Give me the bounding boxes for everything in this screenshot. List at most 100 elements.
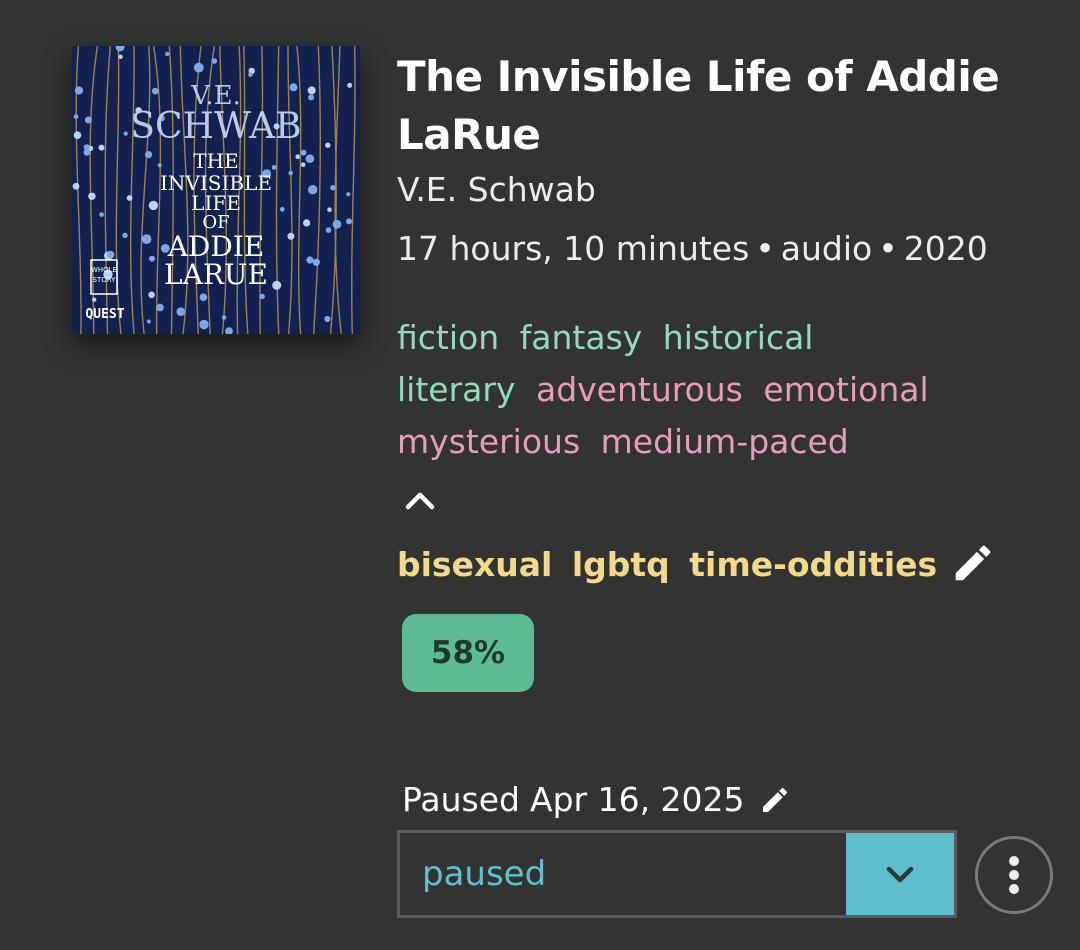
cover-flower bbox=[73, 131, 82, 139]
custom-tag-time-oddities[interactable]: time-oddities bbox=[689, 545, 937, 584]
reading-status-select[interactable]: paused bbox=[397, 830, 957, 918]
custom-tags: bisexual lgbtq time-oddities bbox=[397, 543, 945, 587]
genre-tag-literary[interactable]: literary bbox=[397, 370, 515, 409]
cover-flower bbox=[327, 207, 332, 212]
cover-flower bbox=[295, 154, 300, 159]
book-meta: 17 hours, 10 minutes • audio • 2020 bbox=[397, 229, 988, 269]
edit-date-button[interactable] bbox=[757, 782, 793, 818]
collapse-tags-button[interactable] bbox=[400, 480, 440, 520]
cover-flower bbox=[98, 144, 105, 151]
cover-flower bbox=[300, 162, 306, 167]
meta-separator: • bbox=[755, 229, 775, 268]
cover-flower bbox=[279, 206, 285, 212]
cover-flower bbox=[123, 131, 128, 136]
mood-tag-emotional[interactable]: emotional bbox=[763, 370, 928, 409]
book-author[interactable]: V.E. Schwab bbox=[397, 170, 596, 210]
cover-flower bbox=[324, 315, 331, 323]
cover-flower bbox=[211, 58, 218, 64]
cover-flower bbox=[289, 83, 298, 92]
cover-flower bbox=[330, 185, 336, 191]
cover-flower bbox=[199, 319, 209, 330]
cover-flower bbox=[300, 149, 307, 156]
cover-flower bbox=[303, 219, 311, 227]
cover-flower bbox=[199, 293, 208, 301]
status-dropdown-toggle[interactable] bbox=[846, 833, 954, 915]
cover-flower bbox=[99, 212, 104, 218]
cover-flower bbox=[122, 232, 128, 239]
mood-tag-medium-paced[interactable]: medium-paced bbox=[601, 422, 849, 461]
cover-flower bbox=[157, 163, 162, 168]
cover-flower bbox=[72, 182, 80, 190]
cover-flower bbox=[346, 192, 351, 197]
cover-flower bbox=[149, 255, 155, 262]
meta-separator: • bbox=[878, 229, 898, 268]
cover-flower bbox=[151, 87, 159, 95]
cover-author-surname: SCHWAB bbox=[130, 106, 301, 147]
more-vertical-icon bbox=[1009, 856, 1019, 894]
cover-flower bbox=[308, 185, 318, 195]
pencil-icon bbox=[762, 787, 787, 812]
cover-flower bbox=[307, 86, 316, 95]
cover-flower bbox=[73, 114, 79, 120]
cover-flower bbox=[346, 218, 352, 225]
cover-flower bbox=[156, 303, 164, 312]
book-year: 2020 bbox=[903, 229, 988, 268]
cover-flower bbox=[146, 319, 151, 324]
genre-tag-fiction[interactable]: fiction bbox=[397, 318, 499, 357]
cover-flower bbox=[306, 256, 314, 264]
cover-title-line-6: LARUE bbox=[164, 258, 268, 291]
cover-flower bbox=[145, 151, 153, 159]
cover-flower bbox=[193, 62, 204, 73]
cover-flower bbox=[221, 315, 227, 320]
cover-flower bbox=[271, 165, 277, 170]
chevron-up-icon bbox=[405, 492, 435, 510]
cover-flower bbox=[312, 258, 320, 266]
cover-flower bbox=[84, 116, 92, 124]
genre-tag-historical[interactable]: historical bbox=[663, 318, 814, 357]
cover-flower bbox=[305, 154, 315, 163]
cover-flower bbox=[118, 54, 123, 59]
chevron-down-icon bbox=[886, 866, 914, 883]
publisher-name: QUEST bbox=[85, 307, 124, 322]
status-date-row: Paused Apr 16, 2025 bbox=[402, 778, 793, 822]
status-state-label: Paused bbox=[402, 780, 520, 819]
cover-title-line-1: THE bbox=[193, 149, 238, 173]
cover-flower bbox=[248, 72, 253, 77]
cover-flower bbox=[332, 219, 342, 229]
cover-flower bbox=[287, 232, 295, 240]
genre-tag-fantasy[interactable]: fantasy bbox=[520, 318, 643, 357]
cover-flower bbox=[83, 144, 90, 151]
cover-flower bbox=[325, 142, 331, 148]
cover-flower bbox=[74, 86, 84, 95]
cover-flower bbox=[347, 82, 353, 88]
cover-flower bbox=[165, 51, 170, 57]
cover-art: V.E. SCHWAB THE INVISIBLE LIFE OF ADDIE … bbox=[72, 46, 360, 334]
status-date: Apr 16, 2025 bbox=[530, 780, 745, 819]
book-duration: 17 hours, 10 minutes bbox=[397, 229, 750, 268]
genre-mood-tags: fiction fantasy historical literary adve… bbox=[397, 312, 1017, 468]
cover-flower bbox=[88, 192, 96, 200]
mood-tag-adventurous[interactable]: adventurous bbox=[536, 370, 743, 409]
cover-flower bbox=[288, 170, 293, 176]
book-cover[interactable]: V.E. SCHWAB THE INVISIBLE LIFE OF ADDIE … bbox=[72, 46, 360, 334]
edit-tags-button[interactable] bbox=[948, 538, 998, 588]
pencil-icon bbox=[955, 545, 991, 581]
cover-flower bbox=[141, 234, 152, 245]
cover-flower bbox=[308, 94, 315, 101]
status-selected-value[interactable]: paused bbox=[400, 833, 846, 915]
cover-flower bbox=[106, 250, 115, 259]
cover-flower bbox=[148, 291, 155, 299]
mood-tag-mysterious[interactable]: mysterious bbox=[397, 422, 580, 461]
cover-flower bbox=[176, 307, 186, 317]
custom-tag-lgbtq[interactable]: lgbtq bbox=[572, 545, 670, 584]
cover-flower bbox=[259, 293, 265, 300]
cover-flower bbox=[92, 297, 97, 302]
cover-flower bbox=[126, 195, 133, 201]
more-options-button[interactable] bbox=[975, 836, 1053, 914]
cover-flower bbox=[325, 227, 332, 233]
cover-flower bbox=[148, 200, 159, 211]
custom-tag-bisexual[interactable]: bisexual bbox=[397, 545, 552, 584]
book-format: audio bbox=[780, 229, 873, 268]
progress-badge[interactable]: 58% bbox=[402, 614, 534, 692]
publisher-logo-line-1: WHOLE bbox=[91, 266, 117, 274]
